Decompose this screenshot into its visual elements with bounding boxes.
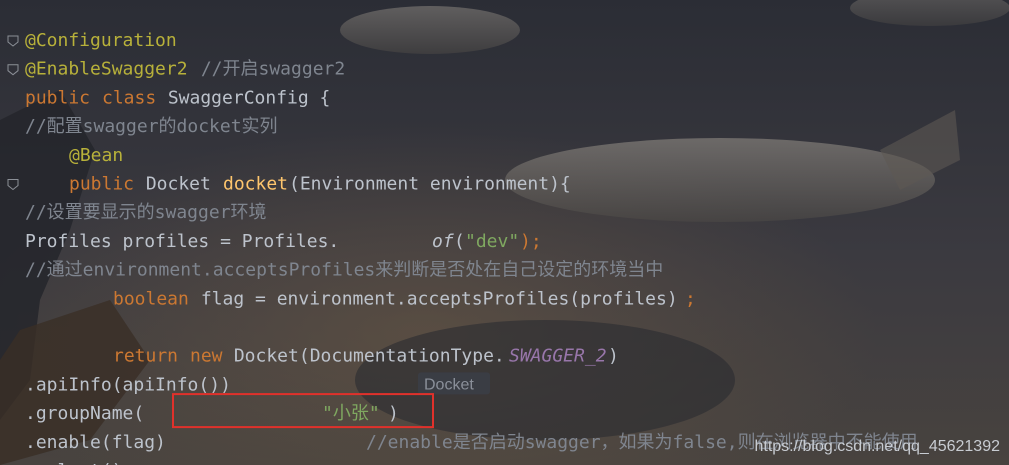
code-line[interactable]: return new Docket(DocumentationType. SWAG… — [113, 346, 619, 367]
code-token-plain: Docket(DocumentationType. — [223, 346, 505, 367]
code-token-static_field: SWAGGER_2 — [509, 346, 607, 367]
code-token-keyword: ; — [685, 288, 696, 309]
code-token-plain: ( — [454, 231, 465, 252]
airship-shadow — [355, 320, 735, 440]
code-token-plain: .apiInfo(apiInfo()) — [25, 374, 231, 395]
code-token-comment: //设置要显示的swagger环境 — [25, 202, 267, 223]
code-token-string: "dev" — [465, 231, 519, 252]
code-token-plain: flag = environment.acceptsProfiles(profi… — [190, 288, 678, 309]
code-token-keyword: return — [113, 346, 178, 367]
code-line[interactable]: @EnableSwagger2 //开启swagger2 — [25, 59, 345, 80]
code-line[interactable]: @Bean — [69, 145, 123, 166]
code-token-keyword: class — [102, 87, 156, 108]
code-token-plain: .groupName( — [25, 403, 144, 424]
code-token-plain: SwaggerConfig { — [157, 87, 330, 108]
code-token-comment: //开启swagger2 — [190, 59, 345, 80]
code-line[interactable]: public Docket docket(Environment environ… — [69, 174, 571, 195]
code-token-string: "小张" — [322, 403, 380, 424]
code-line[interactable]: Profiles profiles = Profiles. of("dev"); — [25, 231, 542, 252]
code-token-comment: //通过environment.acceptsProfiles来判断是否处在自己… — [25, 260, 663, 281]
code-token-italic: of — [432, 231, 454, 252]
code-token-plain: .enable(flag) — [25, 432, 177, 453]
code-token-comment: //配置swagger的docket实列 — [25, 116, 278, 137]
code-token-annotation: @EnableSwagger2 — [25, 59, 188, 80]
airship-top — [340, 6, 520, 54]
code-token-plain: Profiles profiles = Profiles. — [25, 231, 339, 252]
code-token-plain: (Environment environment){ — [289, 174, 571, 195]
code-line[interactable]: .select() — [25, 461, 123, 465]
code-editor[interactable]: @Configuration @EnableSwagger2 //开启swagge… — [0, 0, 1009, 465]
watermark: https://blog.csdn.net/qq_45621392 — [754, 438, 1000, 455]
code-line[interactable]: //配置swagger的docket实列 — [25, 116, 278, 137]
code-token-annotation: @Configuration — [25, 30, 177, 51]
code-token-keyword: ); — [520, 231, 542, 252]
code-token-plain: .select() — [25, 461, 123, 465]
code-line[interactable]: boolean flag = environment.acceptsProfil… — [113, 288, 696, 309]
code-token-method: docket — [223, 174, 288, 195]
code-token-plain — [179, 346, 190, 367]
code-token-keyword: boolean — [113, 288, 189, 309]
code-token-keyword: new — [190, 346, 223, 367]
code-line[interactable]: public class SwaggerConfig { — [25, 87, 330, 108]
code-token-keyword: public — [69, 174, 134, 195]
code-line[interactable]: //通过environment.acceptsProfiles来判断是否处在自己… — [25, 260, 663, 281]
editor-canvas: @Configuration @EnableSwagger2 //开启swagge… — [0, 0, 1009, 465]
code-line[interactable]: //设置要显示的swagger环境 — [25, 202, 267, 223]
inlay-type-hint: Docket — [424, 376, 474, 393]
code-token-plain: Docket — [135, 174, 222, 195]
code-token-plain: ) — [388, 403, 399, 424]
code-token-plain — [91, 87, 102, 108]
code-line[interactable]: @Configuration — [25, 30, 177, 51]
code-token-keyword: public — [25, 87, 90, 108]
code-line[interactable]: .apiInfo(apiInfo()) — [25, 374, 231, 395]
code-token-annotation: @Bean — [69, 145, 123, 166]
code-token-plain: ) — [608, 346, 619, 367]
